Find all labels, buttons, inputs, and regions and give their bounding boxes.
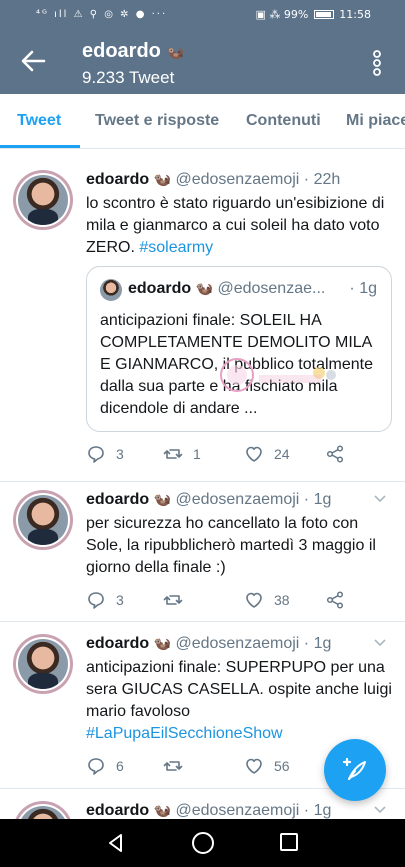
profile-name: edoardo 🦦 xyxy=(82,40,184,62)
tweet-meta: edoardo 🦦 @edosenzaemoji · 1g xyxy=(86,635,332,652)
profile-header: ⁴ᴳ ıll ⚠ ⚲ ◎ ✲ ● ··· ▣ ⁂ 99% 11:58 edoar… xyxy=(0,0,405,94)
retweet-button[interactable] xyxy=(163,588,193,612)
reply-count: 3 xyxy=(116,446,124,462)
compose-feather-icon xyxy=(342,757,366,780)
like-count: 24 xyxy=(274,446,290,462)
like-button[interactable]: 24 xyxy=(244,442,290,466)
quoted-tweet[interactable]: edoardo 🦦 @edosenzae... · 1g anticipazio… xyxy=(86,266,392,432)
system-navigation-bar xyxy=(0,819,405,867)
tweet[interactable]: edoardo 🦦 @edosenzaemoji · 1g per sicure… xyxy=(0,482,405,622)
quoted-tweet-time: · 1g xyxy=(349,280,377,297)
like-button[interactable]: 56 xyxy=(244,754,290,778)
nav-recent-apps-icon[interactable] xyxy=(280,833,298,851)
reply-button[interactable]: 3 xyxy=(86,588,124,612)
heart-icon xyxy=(246,446,262,462)
avatar[interactable] xyxy=(13,634,73,694)
battery-percent: 99% xyxy=(283,8,309,21)
share-icon xyxy=(326,445,344,463)
reply-icon xyxy=(88,592,104,609)
retweet-icon xyxy=(163,761,183,771)
nav-home-icon[interactable] xyxy=(192,832,214,854)
like-count: 38 xyxy=(274,592,290,608)
heart-icon xyxy=(246,758,262,774)
reply-button[interactable]: 3 xyxy=(86,442,124,466)
share-icon xyxy=(326,591,344,609)
avatar[interactable] xyxy=(13,801,73,819)
more-options-icon[interactable] xyxy=(371,50,383,76)
tweet-text: per sicurezza ho cancellato la foto con … xyxy=(86,515,376,576)
tweet-meta: edoardo 🦦 @edosenzaemoji · 1g xyxy=(86,491,332,508)
tweet-time: 1g xyxy=(313,491,332,508)
share-button[interactable] xyxy=(325,442,345,466)
retweet-button[interactable]: 1 xyxy=(163,442,201,466)
like-count: 56 xyxy=(274,758,290,774)
chevron-down-icon[interactable] xyxy=(373,805,387,815)
active-tab-indicator xyxy=(0,145,80,148)
avatar[interactable] xyxy=(13,490,73,550)
profile-tabs: Tweet Tweet e risposte Contenuti Mi piac… xyxy=(0,94,405,149)
otter-emoji: 🦦 xyxy=(166,44,184,60)
hashtag-link[interactable]: #LaPupaEilSecchioneShow xyxy=(86,725,283,742)
avatar[interactable] xyxy=(13,170,73,230)
back-arrow-icon[interactable] xyxy=(18,46,48,76)
tweet-actions: 3 1 24 xyxy=(86,442,366,466)
reply-button[interactable]: 6 xyxy=(86,754,124,778)
tweet-meta: edoardo 🦦 @edosenzaemoji · 1g xyxy=(86,802,332,819)
otter-emoji: 🦦 xyxy=(153,171,172,187)
avatar xyxy=(100,279,122,301)
reply-count: 3 xyxy=(116,592,124,608)
status-right: ▣ ⁂ 99% 11:58 xyxy=(255,8,371,21)
nfc-icon: ▣ ⁂ xyxy=(255,8,281,21)
reply-icon xyxy=(88,446,104,463)
retweet-icon xyxy=(163,449,183,459)
retweet-button[interactable] xyxy=(163,754,193,778)
compose-tweet-button[interactable] xyxy=(324,739,386,801)
battery-icon xyxy=(313,10,334,19)
status-bar: ⁴ᴳ ıll ⚠ ⚲ ◎ ✲ ● ··· ▣ ⁂ 99% 11:58 xyxy=(0,0,405,30)
status-time: 11:58 xyxy=(339,8,371,21)
otter-emoji: 🦦 xyxy=(153,802,172,818)
tab-contenuti[interactable]: Contenuti xyxy=(246,112,321,130)
tweet[interactable]: edoardo 🦦 @edosenzaemoji · 22h lo scontr… xyxy=(0,158,405,482)
nav-back-icon[interactable] xyxy=(106,833,126,853)
share-button[interactable] xyxy=(325,588,345,612)
status-icons: ⁴ᴳ ıll ⚠ ⚲ ◎ ✲ ● ··· xyxy=(36,9,168,20)
otter-emoji: 🦦 xyxy=(153,635,172,651)
chevron-down-icon[interactable] xyxy=(373,494,387,504)
reply-count: 6 xyxy=(116,758,124,774)
quoted-tweet-meta: edoardo 🦦 @edosenzae... xyxy=(128,280,326,297)
tab-tweet[interactable]: Tweet xyxy=(17,112,61,130)
tab-mi-piace[interactable]: Mi piace xyxy=(346,112,405,130)
reply-icon xyxy=(88,758,104,775)
tab-tweet-e-risposte[interactable]: Tweet e risposte xyxy=(95,112,219,130)
retweet-icon xyxy=(163,595,183,605)
quoted-tweet-text: anticipazioni finale: SOLEIL HA COMPLETA… xyxy=(100,312,373,417)
otter-emoji: 🦦 xyxy=(153,491,172,507)
retweet-count: 1 xyxy=(193,446,201,462)
hashtag-link[interactable]: #solearmy xyxy=(139,239,213,256)
tweet-text: lo scontro è stato riguardo un'esibizion… xyxy=(86,195,385,256)
like-button[interactable]: 38 xyxy=(244,588,290,612)
tweet-count: 9.233 Tweet xyxy=(82,68,175,87)
tweet-time: 1g xyxy=(313,635,332,652)
tweet-time: 22h xyxy=(313,171,341,188)
otter-emoji: 🦦 xyxy=(195,280,214,296)
tweet-time: 1g xyxy=(313,802,332,819)
tweet-text: anticipazioni finale: SUPERPUPO per una … xyxy=(86,659,392,742)
tweet-meta: edoardo 🦦 @edosenzaemoji · 22h xyxy=(86,171,341,188)
tweet-actions: 3 38 xyxy=(86,588,366,612)
heart-icon xyxy=(246,592,262,608)
chevron-down-icon[interactable] xyxy=(373,638,387,648)
